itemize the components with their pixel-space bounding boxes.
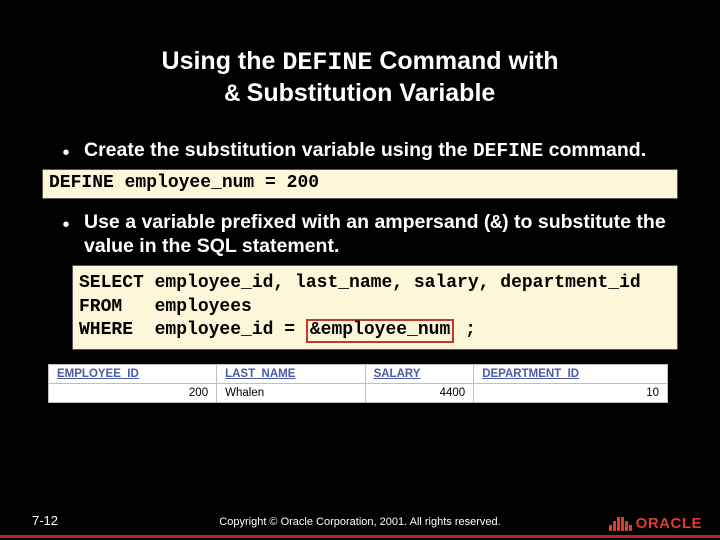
content-area: • Create the substitution variable using…	[48, 139, 672, 403]
slide: Using the DEFINE Command with & Substitu…	[0, 0, 720, 540]
slide-title: Using the DEFINE Command with & Substitu…	[60, 46, 660, 111]
col-employee-id: EMPLOYEE_ID	[49, 364, 217, 383]
title-line2-post: Substitution Variable	[240, 79, 496, 107]
title-line1-mono: DEFINE	[282, 48, 372, 77]
bullet-1-post: command.	[543, 139, 646, 161]
bullet-2-pre: Use a variable prefixed with an ampersan…	[84, 211, 490, 233]
bullet-1: • Create the substitution variable using…	[48, 139, 672, 164]
cell-salary: 4400	[365, 383, 474, 402]
bullet-1-mono: DEFINE	[473, 140, 543, 162]
cell-last-name: Whalen	[217, 383, 365, 402]
oracle-logo-icon	[609, 517, 632, 531]
code-select-l3-post: ;	[454, 320, 476, 340]
code-highlight-variable: &employee_num	[306, 319, 454, 343]
bullet-2: • Use a variable prefixed with an ampers…	[48, 211, 672, 260]
code-select-box: SELECT employee_id, last_name, salary, d…	[72, 265, 678, 350]
footer: 7-12 Copyright © Oracle Corporation, 200…	[0, 500, 720, 540]
cell-department-id: 10	[474, 383, 668, 402]
code-select-l2: FROM employees	[79, 297, 252, 317]
cell-employee-id: 200	[49, 383, 217, 402]
bullet-1-text: Create the substitution variable using t…	[84, 139, 646, 164]
col-salary: SALARY	[365, 364, 474, 383]
col-last-name: LAST_NAME	[217, 364, 365, 383]
bullet-dot-icon: •	[48, 139, 84, 163]
col-department-id: DEPARTMENT_ID	[474, 364, 668, 383]
oracle-logo: ORACLE	[609, 515, 702, 532]
oracle-logo-text: ORACLE	[636, 515, 702, 532]
footer-red-bar	[0, 535, 720, 538]
table-header-row: EMPLOYEE_ID LAST_NAME SALARY DEPARTMENT_…	[49, 364, 668, 383]
code-define-box: DEFINE employee_num = 200	[42, 169, 678, 198]
bullet-2-text: Use a variable prefixed with an ampersan…	[84, 211, 672, 260]
code-define: DEFINE employee_num = 200	[49, 173, 319, 193]
table-row: 200 Whalen 4400 10	[49, 383, 668, 402]
result-table: EMPLOYEE_ID LAST_NAME SALARY DEPARTMENT_…	[48, 364, 668, 403]
bullet-dot-icon: •	[48, 211, 84, 235]
title-line1-pre: Using the	[162, 47, 283, 75]
bullet-1-pre: Create the substitution variable using t…	[84, 139, 473, 161]
code-select-l3-pre: WHERE employee_id =	[79, 320, 306, 340]
code-select-l1: SELECT employee_id, last_name, salary, d…	[79, 273, 641, 293]
title-line2-mono: &	[225, 80, 240, 109]
title-line1-post: Command with	[372, 47, 558, 75]
bullet-2-mono: &	[490, 212, 502, 234]
